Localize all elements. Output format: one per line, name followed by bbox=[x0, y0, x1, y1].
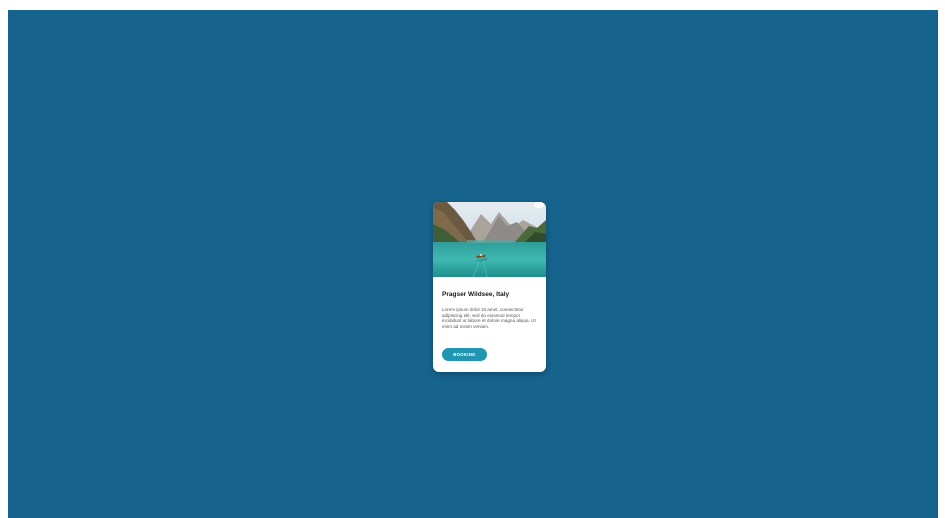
page-background: Pragser Wildsee, Italy Lorem ipsum dolor… bbox=[8, 10, 938, 518]
card-description: Lorem ipsum dolor sit amet, consectetur … bbox=[442, 307, 536, 330]
destination-card: Pragser Wildsee, Italy Lorem ipsum dolor… bbox=[433, 202, 546, 372]
card-title: Pragser Wildsee, Italy bbox=[442, 291, 510, 298]
card-body: Pragser Wildsee, Italy Lorem ipsum dolor… bbox=[433, 277, 546, 361]
booking-button[interactable]: BOOKING bbox=[442, 348, 487, 361]
card-photo bbox=[433, 202, 546, 277]
